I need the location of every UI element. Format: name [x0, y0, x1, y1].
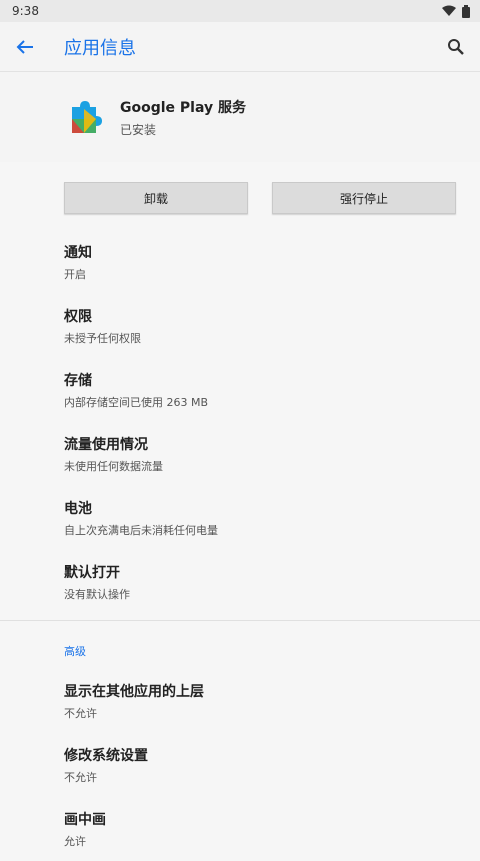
- item-label: 通知: [64, 245, 92, 261]
- item-label: 显示在其他应用的上层: [64, 684, 204, 700]
- search-button[interactable]: [438, 22, 474, 72]
- list-item-picture-in-picture[interactable]: 画中画 允许: [0, 797, 480, 861]
- back-button[interactable]: [0, 22, 50, 72]
- item-label: 存储: [64, 373, 92, 389]
- puzzle-piece-icon: [72, 101, 102, 133]
- item-label: 电池: [64, 501, 92, 517]
- item-summary: 没有默认操作: [64, 588, 130, 601]
- app-info: Google Play 服务 已安装: [120, 97, 246, 138]
- app-header: Google Play 服务 已安装: [0, 72, 480, 162]
- list-item-modify-system-settings[interactable]: 修改系统设置 不允许: [0, 733, 480, 797]
- list-item-storage[interactable]: 存储 内部存储空间已使用 263 MB: [0, 358, 480, 422]
- list-item-open-by-default[interactable]: 默认打开 没有默认操作: [0, 550, 480, 614]
- wifi-icon: [442, 5, 456, 16]
- status-time: 9:38: [12, 4, 39, 18]
- app-toolbar: 应用信息: [0, 22, 480, 72]
- battery-icon: [462, 4, 470, 18]
- advanced-list: 显示在其他应用的上层 不允许 修改系统设置 不允许 画中画 允许: [0, 669, 480, 861]
- item-label: 权限: [64, 309, 92, 325]
- arrow-left-icon: [16, 39, 33, 54]
- item-summary: 内部存储空间已使用 263 MB: [64, 396, 209, 409]
- item-summary: 允许: [64, 835, 86, 848]
- section-divider: [0, 620, 480, 621]
- list-item-notifications[interactable]: 通知 开启: [0, 230, 480, 294]
- item-summary: 未授予任何权限: [64, 332, 141, 345]
- status-bar: 9:38: [0, 0, 480, 22]
- page-title: 应用信息: [64, 37, 136, 59]
- app-name: Google Play 服务: [120, 99, 246, 116]
- item-label: 流量使用情况: [64, 437, 148, 453]
- item-summary: 开启: [64, 268, 86, 281]
- list-item-permissions[interactable]: 权限 未授予任何权限: [0, 294, 480, 358]
- item-summary: 未使用任何数据流量: [64, 460, 163, 473]
- list-item-battery[interactable]: 电池 自上次充满电后未消耗任何电量: [0, 486, 480, 550]
- settings-list: 通知 开启 权限 未授予任何权限 存储 内部存储空间已使用 263 MB 流量使…: [0, 230, 480, 614]
- app-install-status: 已安装: [120, 122, 157, 137]
- search-icon: [448, 39, 464, 55]
- list-item-display-over-apps[interactable]: 显示在其他应用的上层 不允许: [0, 669, 480, 733]
- action-buttons: 卸载 强行停止: [0, 182, 480, 214]
- status-icons: [442, 4, 470, 18]
- force-stop-button[interactable]: 强行停止: [272, 182, 456, 214]
- item-label: 默认打开: [64, 565, 120, 581]
- section-header-advanced: 高级: [64, 645, 86, 658]
- uninstall-button[interactable]: 卸载: [64, 182, 248, 214]
- list-item-data-usage[interactable]: 流量使用情况 未使用任何数据流量: [0, 422, 480, 486]
- item-summary: 不允许: [64, 771, 97, 784]
- item-summary: 自上次充满电后未消耗任何电量: [64, 524, 218, 537]
- item-label: 修改系统设置: [64, 748, 148, 764]
- item-summary: 不允许: [64, 707, 97, 720]
- item-label: 画中画: [64, 812, 106, 828]
